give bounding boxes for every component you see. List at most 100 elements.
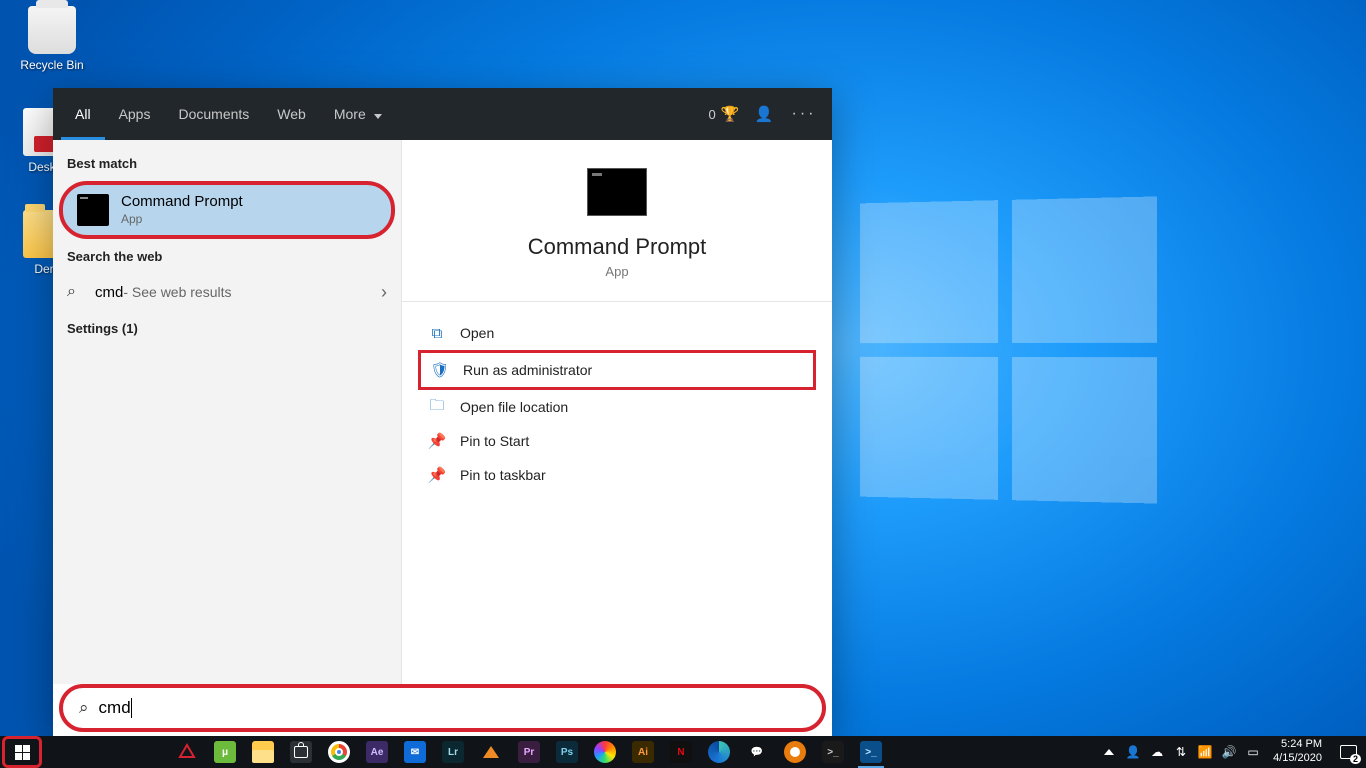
search-preview-column: Command Prompt App ⧉ Open 🛡 Run as admin… — [402, 140, 832, 684]
taskbar-app-file-explorer[interactable] — [244, 736, 282, 768]
netflix-icon: N — [670, 741, 692, 763]
mail-icon: ✉ — [404, 741, 426, 763]
taskbar-app-vlc[interactable] — [472, 736, 510, 768]
photoshop-icon: Ps — [556, 741, 578, 763]
taskbar-app-premiere[interactable]: Pr — [510, 736, 548, 768]
taskbar-clock[interactable]: 5:24 PM 4/15/2020 — [1265, 738, 1330, 766]
system-tray: 👤 ☁ ⇅ 📶 🔊 ▭ 5:24 PM 4/15/2020 2 — [1097, 736, 1366, 768]
result-title: Command Prompt — [121, 193, 377, 212]
tab-web[interactable]: Web — [263, 88, 320, 140]
davinci-icon — [594, 741, 616, 763]
taskbar-app-netflix[interactable]: N — [662, 736, 700, 768]
rewards-button[interactable]: 0 🏆 — [704, 94, 744, 134]
taskbar: μ Ae ✉ Lr Pr Ps Ai N 💬 >_ >_ 👤 ☁ ⇅ 📶 🔊 ▭ 5:24 PM 4… — [0, 736, 1366, 768]
search-icon: ⌕ — [79, 698, 89, 718]
taskbar-app-chrome[interactable] — [320, 736, 358, 768]
start-search-panel: All Apps Documents Web More 0 🏆 👤 ··· Be… — [53, 88, 832, 736]
trophy-icon: 🏆 — [721, 105, 740, 123]
taskbar-app-mail[interactable]: ✉ — [396, 736, 434, 768]
tray-wifi-icon[interactable]: 📶 — [1193, 736, 1217, 768]
tray-onedrive-icon[interactable]: ☁ — [1145, 736, 1169, 768]
taskbar-app-utorrent[interactable]: μ — [206, 736, 244, 768]
command-prompt-icon — [77, 194, 109, 226]
pin-icon: 📌 — [428, 432, 446, 450]
tab-apps[interactable]: Apps — [105, 88, 165, 140]
person-icon: 👤 — [755, 105, 774, 123]
desktop-icon-label: Recycle Bin — [13, 58, 91, 72]
taskbar-app-photoshop[interactable]: Ps — [548, 736, 586, 768]
action-open-file-location[interactable]: 🗀 Open file location — [418, 390, 816, 424]
action-pin-to-start[interactable]: 📌 Pin to Start — [418, 424, 816, 458]
taskbar-app-chat[interactable]: 💬 — [738, 736, 776, 768]
chevron-right-icon: › — [381, 282, 387, 303]
notifications-button[interactable]: 2 — [1330, 736, 1366, 768]
terminal-icon: >_ — [822, 741, 844, 763]
taskbar-app-lightroom[interactable]: Lr — [434, 736, 472, 768]
recycle-bin-icon — [28, 6, 76, 54]
account-button[interactable]: 👤 — [744, 94, 784, 134]
taskbar-app-illustrator[interactable]: Ai — [624, 736, 662, 768]
taskbar-app-terminal[interactable]: >_ — [814, 736, 852, 768]
clock-time: 5:24 PM — [1273, 738, 1322, 752]
taskbar-app-microsoft-store[interactable] — [282, 736, 320, 768]
search-panel-header: All Apps Documents Web More 0 🏆 👤 ··· — [53, 88, 832, 140]
preview-title: Command Prompt — [422, 234, 812, 260]
tray-people-icon[interactable]: 👤 — [1121, 736, 1145, 768]
search-results-column: Best match Command Prompt App Search the… — [53, 140, 402, 684]
chevron-down-icon — [374, 114, 382, 119]
premiere-icon: Pr — [518, 741, 540, 763]
section-header-settings[interactable]: Settings (1) — [53, 313, 401, 344]
lightroom-icon: Lr — [442, 741, 464, 763]
result-command-prompt[interactable]: Command Prompt App — [59, 181, 395, 239]
tab-all[interactable]: All — [61, 88, 105, 140]
shield-icon: 🛡 — [431, 361, 449, 379]
after-effects-icon: Ae — [366, 741, 388, 763]
taskbar-app-after-effects[interactable]: Ae — [358, 736, 396, 768]
search-icon: ⌕ — [67, 283, 95, 301]
open-icon: ⧉ — [428, 324, 446, 342]
tray-volume-icon[interactable]: 🔊 — [1217, 736, 1241, 768]
action-pin-to-taskbar[interactable]: 📌 Pin to taskbar — [418, 458, 816, 492]
section-header-search-web: Search the web — [53, 241, 401, 272]
taskbar-app-powershell[interactable]: >_ — [852, 736, 890, 768]
tray-network-icon[interactable]: ⇅ — [1169, 736, 1193, 768]
result-subtitle: App — [121, 212, 377, 227]
search-input-text: cmd — [99, 698, 131, 718]
chat-icon: 💬 — [746, 741, 768, 763]
action-open[interactable]: ⧉ Open — [418, 316, 816, 350]
taskbar-app-comodo[interactable] — [168, 736, 206, 768]
illustrator-icon: Ai — [632, 741, 654, 763]
section-header-best-match: Best match — [53, 148, 401, 179]
utorrent-icon: μ — [214, 741, 236, 763]
windows-icon — [15, 745, 30, 760]
powershell-icon: >_ — [860, 741, 882, 763]
more-options-button[interactable]: ··· — [784, 94, 824, 134]
start-button[interactable] — [2, 736, 42, 768]
folder-open-icon: 🗀 — [428, 398, 446, 416]
notification-badge: 2 — [1350, 754, 1361, 764]
action-run-as-administrator[interactable]: 🛡 Run as administrator — [418, 350, 816, 390]
blender-icon — [784, 741, 806, 763]
taskbar-app-davinci[interactable] — [586, 736, 624, 768]
file-explorer-icon — [252, 741, 274, 763]
taskbar-app-edge[interactable] — [700, 736, 738, 768]
preview-subtitle: App — [422, 264, 812, 279]
windows-logo-bg — [860, 196, 1157, 503]
vlc-icon — [480, 741, 502, 763]
result-search-web[interactable]: ⌕ cmd - See web results › — [53, 272, 401, 313]
edge-icon — [708, 741, 730, 763]
desktop-icon-recycle-bin[interactable]: Recycle Bin — [13, 6, 91, 72]
chrome-icon — [328, 741, 350, 763]
microsoft-store-icon — [290, 741, 312, 763]
clock-date: 4/15/2020 — [1273, 752, 1322, 766]
taskbar-app-blender[interactable] — [776, 736, 814, 768]
tab-more[interactable]: More — [320, 88, 396, 140]
tray-overflow-button[interactable] — [1097, 736, 1121, 768]
search-box[interactable]: ⌕ cmd — [59, 684, 826, 732]
comodo-icon — [176, 741, 198, 763]
command-prompt-icon-large — [587, 168, 647, 216]
tray-battery-icon[interactable]: ▭ — [1241, 736, 1265, 768]
pin-icon: 📌 — [428, 466, 446, 484]
tab-documents[interactable]: Documents — [164, 88, 263, 140]
chevron-up-icon — [1104, 749, 1114, 755]
